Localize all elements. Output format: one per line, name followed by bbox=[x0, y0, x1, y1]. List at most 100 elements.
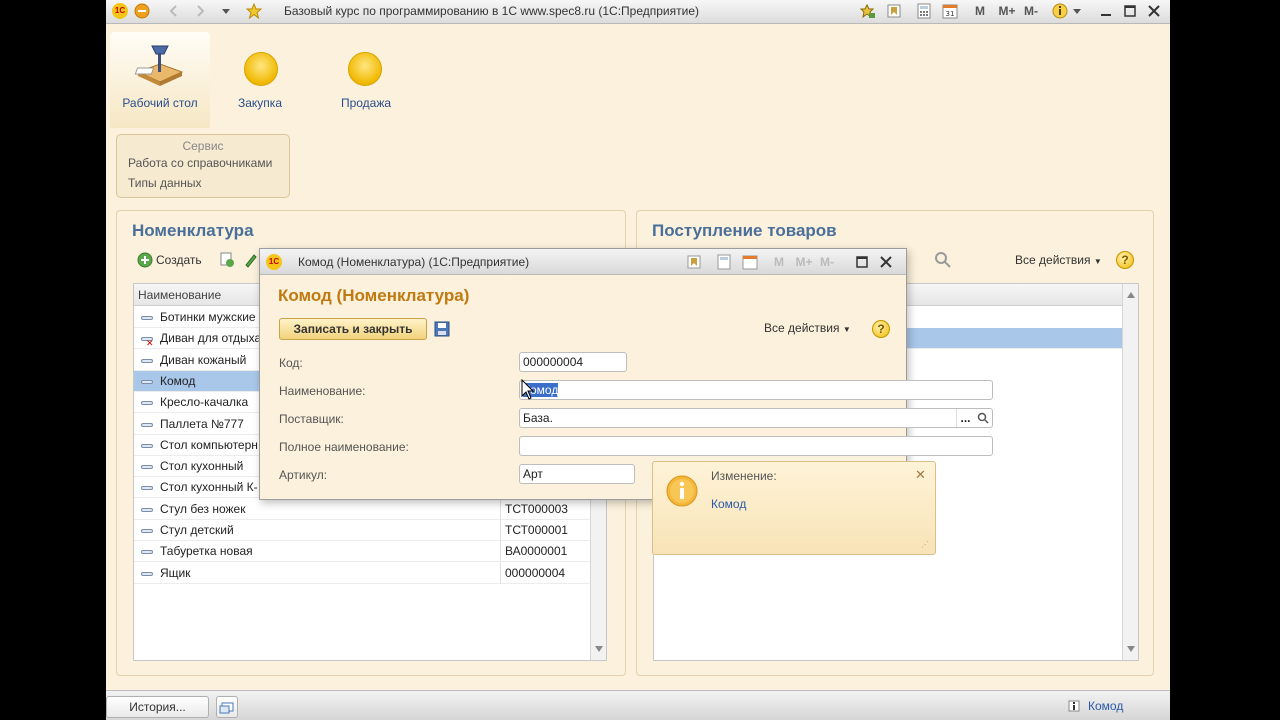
dropdown-arrow-icon[interactable] bbox=[220, 3, 232, 19]
item-icon bbox=[141, 486, 153, 491]
name-field[interactable]: Комод bbox=[519, 380, 993, 400]
calendar-icon[interactable]: 31 bbox=[942, 3, 958, 19]
scroll-down-icon[interactable] bbox=[595, 646, 603, 652]
column-separator bbox=[500, 498, 501, 520]
1c-logo-icon[interactable]: 1С bbox=[112, 3, 128, 19]
supplier-choose-button[interactable]: ... bbox=[956, 409, 974, 427]
article-field[interactable]: Арт bbox=[519, 464, 635, 484]
desk-lamp-icon bbox=[134, 45, 184, 86]
full-name-field[interactable] bbox=[519, 436, 993, 456]
back-arrow-icon[interactable] bbox=[166, 3, 182, 19]
receipts-all-actions-label: Все действия bbox=[1015, 253, 1091, 267]
service-header: Сервис bbox=[182, 139, 224, 153]
item-icon bbox=[141, 443, 153, 448]
dialog-title-bar: 1С Комод (Номенклатура) (1С:Предприятие)… bbox=[260, 249, 906, 275]
table-row[interactable]: Стул детский ТСТ000001 bbox=[134, 520, 590, 541]
scroll-down-icon[interactable] bbox=[1127, 646, 1135, 652]
service-item-data-types[interactable]: Типы данных bbox=[117, 173, 289, 193]
section-purchase[interactable]: Закупка bbox=[210, 32, 310, 128]
minimize-icon[interactable] bbox=[1098, 3, 1114, 19]
item-icon bbox=[141, 550, 153, 555]
memory-m-button[interactable]: M bbox=[972, 3, 988, 19]
history-button[interactable]: История... bbox=[106, 696, 209, 718]
nomenclature-title: Номенклатура bbox=[132, 221, 254, 240]
copy-icon[interactable] bbox=[218, 251, 236, 269]
window-title: Базовый курс по программированию в 1С ww… bbox=[284, 4, 699, 18]
dialog-1c-logo-icon: 1С bbox=[266, 254, 282, 270]
code-label: Код: bbox=[279, 356, 303, 370]
row-name: Стул детский bbox=[160, 523, 234, 537]
table-row[interactable]: Стул без ножек ТСТ000003 bbox=[134, 498, 590, 520]
item-icon bbox=[141, 465, 153, 470]
add-favorite-icon[interactable] bbox=[858, 3, 876, 19]
receipts-all-actions-button[interactable]: Все действия ▼ bbox=[1015, 253, 1102, 267]
row-name: Ботинки мужские bbox=[160, 310, 256, 324]
dialog-help-icon[interactable]: ? bbox=[872, 320, 890, 338]
edit-pencil-icon[interactable] bbox=[244, 251, 258, 269]
favorites-star-icon[interactable] bbox=[245, 2, 263, 20]
dialog-close-icon[interactable] bbox=[878, 254, 894, 270]
dialog-bookmark-icon[interactable] bbox=[686, 254, 702, 270]
table-row[interactable]: Ящик 000000004 bbox=[134, 562, 590, 584]
resize-grip-icon[interactable]: ⋰ bbox=[921, 540, 929, 549]
dialog-heading: Комод (Номенклатура) bbox=[278, 286, 470, 305]
calculator-icon[interactable] bbox=[916, 3, 932, 19]
save-and-close-button[interactable]: Записать и закрыть bbox=[279, 318, 427, 340]
row-name: Стол кухонный К- bbox=[160, 480, 258, 495]
section-desktop[interactable]: Рабочий стол bbox=[110, 32, 210, 128]
search-icon[interactable] bbox=[933, 251, 953, 269]
item-icon bbox=[141, 507, 153, 512]
dialog-calendar-icon[interactable] bbox=[742, 254, 758, 270]
row-name: Стол компьютерн bbox=[160, 437, 258, 452]
item-icon bbox=[141, 401, 153, 406]
title-bar: 1С Базовый курс по программированию в 1С… bbox=[106, 0, 1170, 24]
dialog-all-actions-button[interactable]: Все действия ▼ bbox=[764, 321, 851, 335]
help-dropdown-icon[interactable] bbox=[1072, 3, 1082, 19]
create-label: Создать bbox=[156, 253, 202, 267]
notification-close-icon[interactable]: ✕ bbox=[915, 467, 926, 483]
row-code: ТСТ000003 bbox=[505, 501, 568, 516]
create-button[interactable]: Создать bbox=[137, 251, 227, 269]
dialog-window-title: Комод (Номенклатура) (1С:Предприятие) bbox=[298, 255, 530, 269]
close-icon[interactable] bbox=[1146, 3, 1162, 19]
item-icon bbox=[141, 571, 153, 576]
notification-link[interactable]: Комод bbox=[711, 497, 746, 511]
deleted-item-icon bbox=[141, 333, 154, 354]
column-separator bbox=[500, 520, 501, 541]
info-help-icon[interactable] bbox=[1052, 3, 1070, 19]
status-bar: История... Комод bbox=[106, 690, 1170, 720]
row-code: 000000004 bbox=[505, 565, 566, 580]
item-icon bbox=[141, 358, 153, 363]
memory-plus-button[interactable]: M+ bbox=[996, 3, 1018, 19]
service-item-catalogs[interactable]: Работа со справочниками bbox=[117, 153, 289, 173]
dialog-memory-m-button[interactable]: M bbox=[772, 254, 786, 270]
row-name: Табуретка новая bbox=[160, 544, 253, 559]
table-row[interactable]: Табуретка новая ВА0000001 bbox=[134, 541, 590, 563]
maximize-icon[interactable] bbox=[1122, 3, 1138, 19]
dialog-memory-minus-button[interactable]: M- bbox=[818, 254, 836, 270]
plus-icon bbox=[137, 252, 153, 268]
sales-circle-icon bbox=[348, 52, 382, 86]
section-sales[interactable]: Продажа bbox=[316, 32, 416, 128]
svg-text:31: 31 bbox=[946, 10, 955, 18]
menu-icon[interactable] bbox=[134, 3, 150, 19]
row-name: Стол кухонный bbox=[160, 459, 244, 474]
dialog-memory-plus-button[interactable]: M+ bbox=[794, 254, 814, 270]
scroll-up-icon[interactable] bbox=[1127, 292, 1135, 298]
forward-arrow-icon[interactable] bbox=[192, 3, 208, 19]
save-floppy-icon[interactable] bbox=[433, 320, 451, 338]
status-link[interactable]: Комод bbox=[1088, 699, 1123, 713]
row-name: Стул без ножек bbox=[160, 501, 246, 516]
supplier-search-icon[interactable] bbox=[977, 412, 989, 424]
dialog-calculator-icon[interactable] bbox=[716, 254, 732, 270]
row-name: Кресло-качалка bbox=[160, 395, 249, 410]
windows-switch-icon[interactable] bbox=[216, 696, 238, 718]
supplier-field[interactable]: База. ... bbox=[519, 408, 993, 428]
memory-minus-button[interactable]: M- bbox=[1022, 3, 1040, 19]
receipts-help-icon[interactable]: ? bbox=[1116, 251, 1134, 269]
dialog-maximize-icon[interactable] bbox=[854, 254, 870, 270]
supplier-label: Поставщик: bbox=[279, 412, 344, 426]
receipts-scrollbar[interactable] bbox=[1122, 284, 1138, 660]
code-field[interactable]: 000000004 bbox=[519, 352, 627, 372]
bookmark-icon[interactable] bbox=[886, 3, 902, 19]
